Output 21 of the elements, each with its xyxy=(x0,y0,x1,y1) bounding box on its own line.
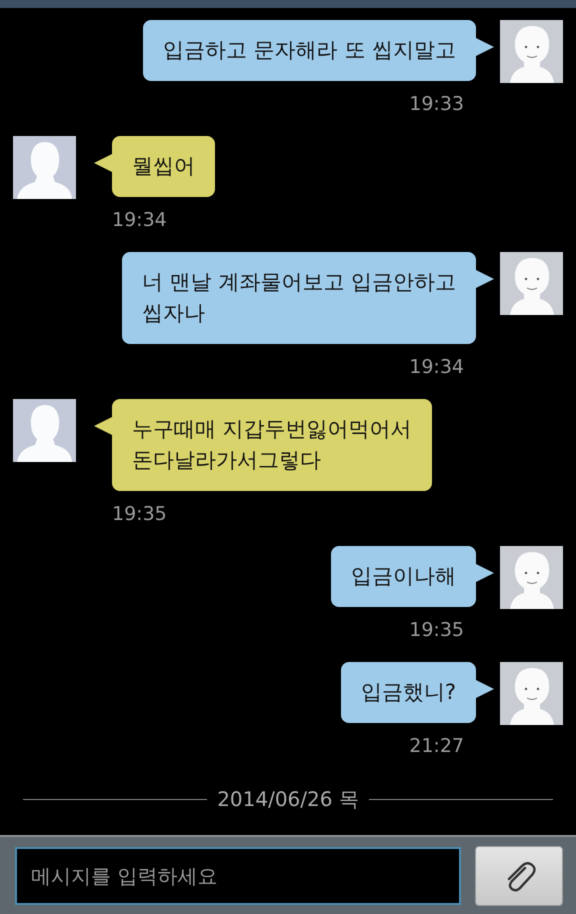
avatar-face-icon xyxy=(500,662,563,725)
message-bubble: 입금하고 문자해라 또 씹지말고 xyxy=(142,20,496,81)
message-input[interactable]: 메시지를 입력하세요 xyxy=(15,846,461,904)
avatar-silhouette-icon xyxy=(13,136,76,199)
message-bubble: 입금이나해 xyxy=(331,546,496,607)
avatar-face-icon xyxy=(500,252,563,315)
message-bubble: 입금했니? xyxy=(340,662,496,723)
date-divider: 2014/06/26 목 xyxy=(217,786,359,813)
message-time: 19:34 xyxy=(409,356,464,378)
message-bubble: 너 맨날 계좌물어보고 입금안하고 씹자나 xyxy=(122,252,496,344)
message-time: 19:33 xyxy=(409,93,464,115)
message-bubble: 누구때매 지갑두번잃어먹어서 돈다날라가서그렇다 xyxy=(92,399,432,491)
message-time: 19:35 xyxy=(112,503,167,525)
avatar-face-icon xyxy=(500,546,563,609)
message-time: 21:27 xyxy=(409,735,464,757)
attach-button[interactable] xyxy=(475,846,563,906)
message-time: 19:34 xyxy=(112,209,167,231)
message-time: 19:35 xyxy=(409,619,464,641)
message-bubble: 뭘씹어 xyxy=(92,136,215,197)
avatar-silhouette-icon xyxy=(13,399,76,462)
avatar-face-icon xyxy=(500,20,563,83)
